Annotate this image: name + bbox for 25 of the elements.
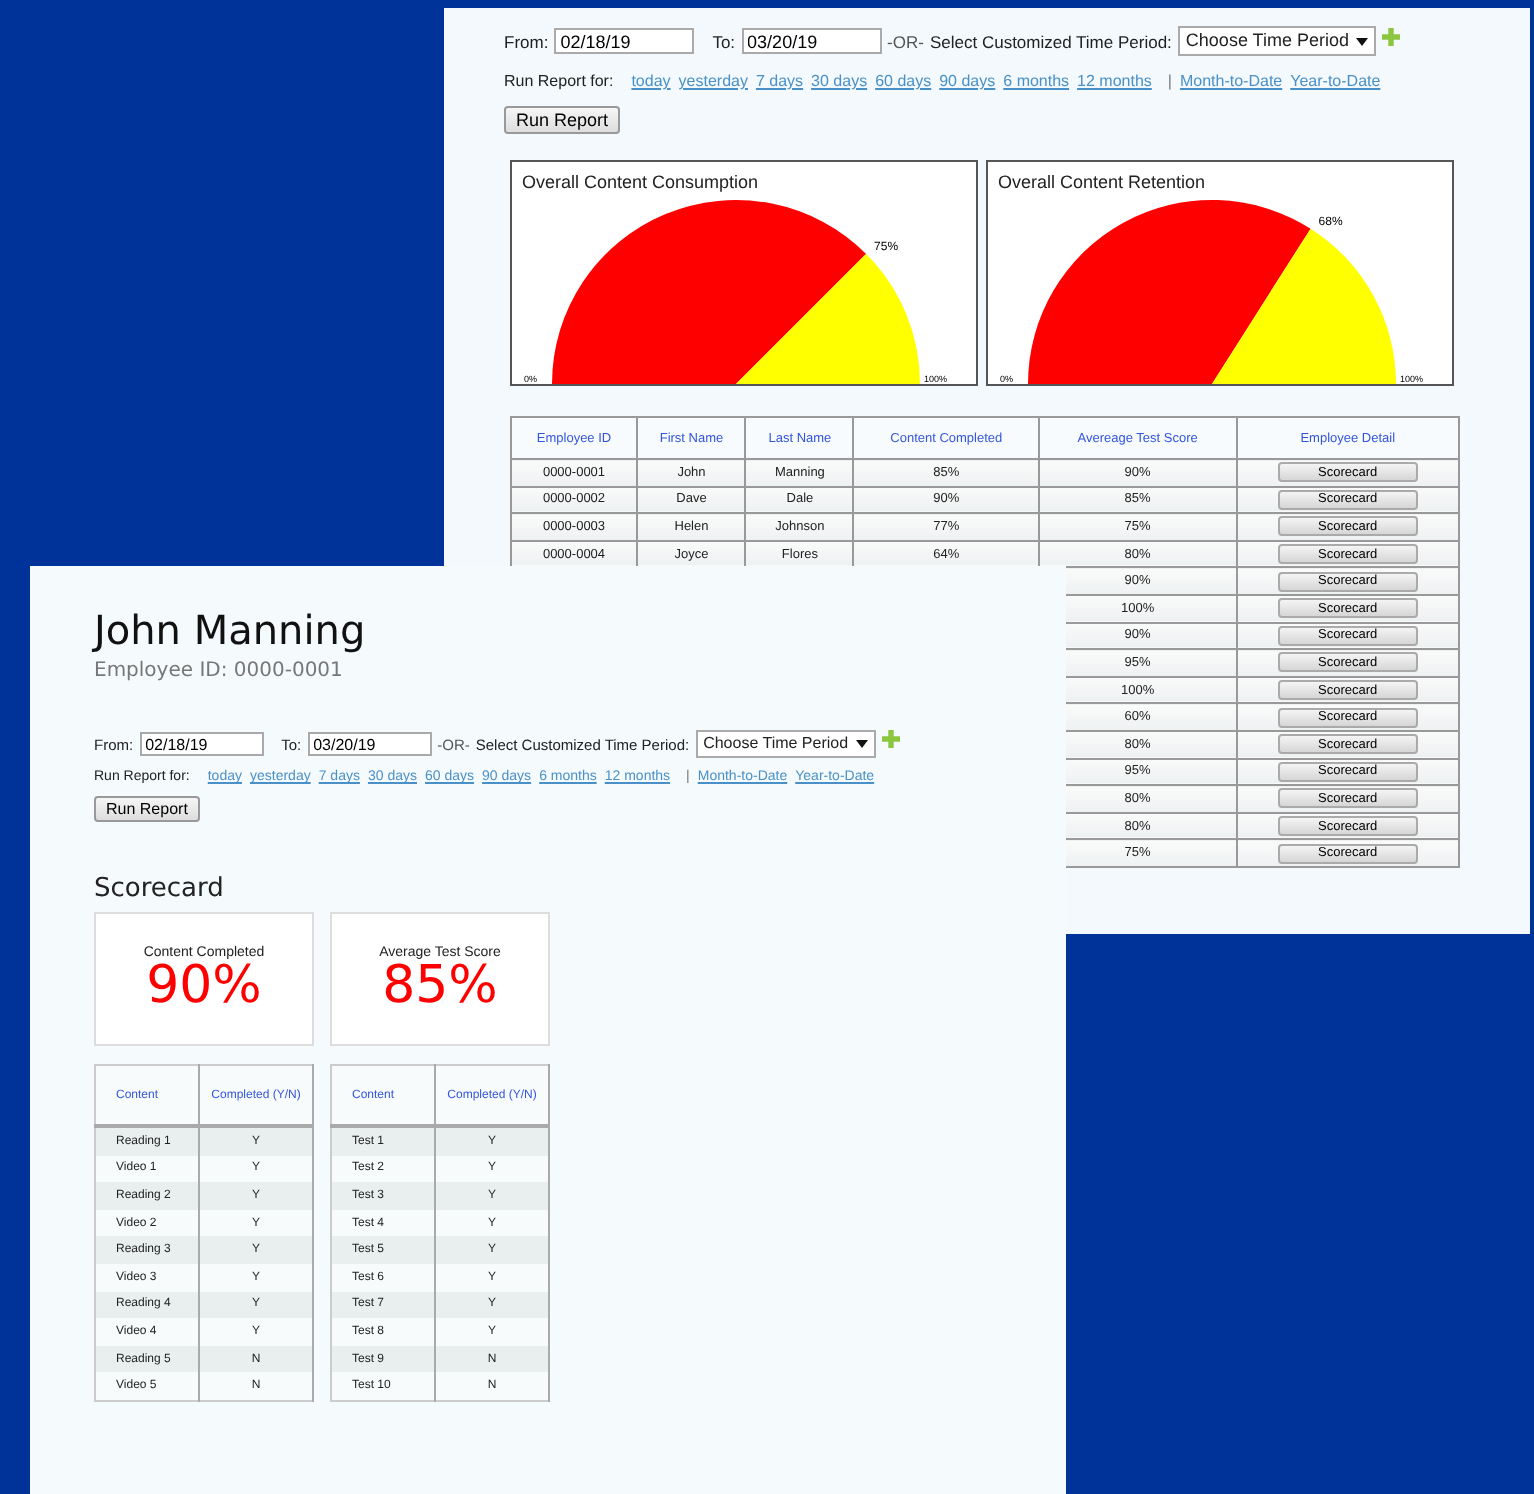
employee-name: John Manning bbox=[94, 606, 368, 654]
or-label: -OR- bbox=[887, 31, 924, 51]
stat-value: 90% bbox=[146, 960, 262, 1012]
to-date-field[interactable]: 03/20/19 bbox=[741, 28, 882, 54]
separator: | bbox=[1167, 72, 1172, 90]
caret-icon bbox=[856, 739, 869, 748]
scorecard-heading: Scorecard bbox=[94, 874, 226, 904]
chart-title: Overall Content Retention bbox=[996, 170, 1208, 192]
run-report-button[interactable]: Run Report bbox=[504, 106, 621, 134]
chart-title: Overall Content Consumption bbox=[520, 170, 761, 192]
from-date-field[interactable]: 02/18/19 bbox=[554, 28, 695, 54]
run-report-for-label: Run Report for: bbox=[504, 72, 614, 90]
period-dropdown[interactable]: Choose Time Period bbox=[1177, 26, 1377, 56]
period-label: Select Customized Time Period: bbox=[929, 31, 1172, 51]
from-date-field[interactable]: 02/18/19 bbox=[139, 732, 264, 756]
from-label: From: bbox=[504, 31, 549, 51]
add-icon[interactable] bbox=[1382, 27, 1401, 45]
caret-icon bbox=[1356, 37, 1369, 46]
to-label: To: bbox=[712, 31, 736, 51]
period-dropdown[interactable]: Choose Time Period bbox=[695, 730, 877, 758]
add-icon[interactable] bbox=[882, 730, 901, 748]
run-report-button[interactable]: Run Report bbox=[94, 796, 200, 822]
employee-id: Employee ID: 0000-0001 bbox=[94, 660, 345, 682]
stat-value: 85% bbox=[382, 960, 498, 1012]
to-date-field[interactable]: 03/20/19 bbox=[307, 732, 432, 756]
